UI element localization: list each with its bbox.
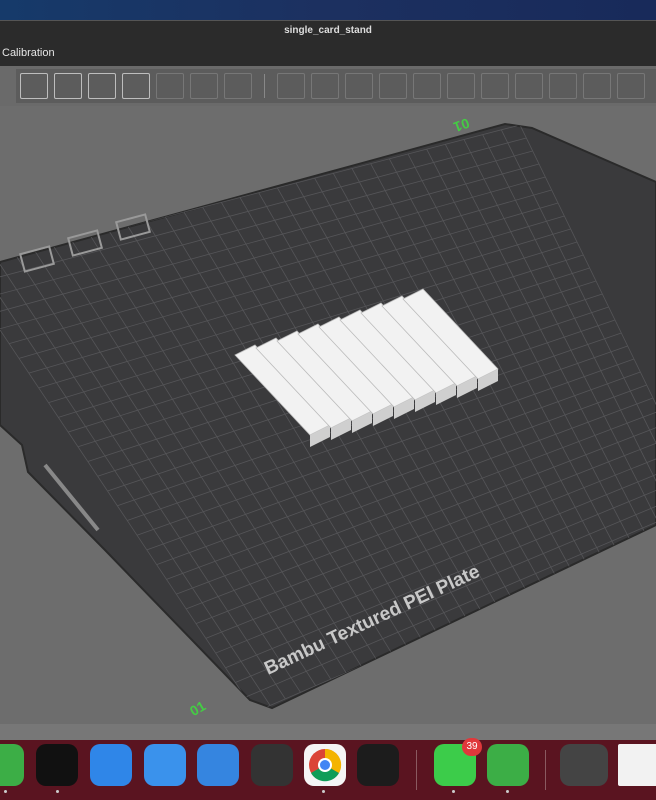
lay-on-face-icon[interactable] [379,73,407,99]
plate-number-bottom: 01 [187,697,209,719]
desktop-background [0,0,656,20]
menu-bar: Calibration [0,42,656,66]
messages-badge: 39 [462,738,482,756]
scale-icon[interactable] [345,73,373,99]
dock-image-capture[interactable] [251,744,293,786]
measure-icon[interactable] [617,73,645,99]
mesh-boolean-icon[interactable] [447,73,475,99]
dock-quicktime[interactable] [357,744,399,786]
paste-icon[interactable] [190,73,218,99]
auto-orient-icon[interactable] [88,73,116,99]
dock-app-store[interactable] [144,744,186,786]
dock-simulator[interactable] [197,744,239,786]
window-title: single_card_stand [0,20,656,42]
toolbar-divider [264,74,265,98]
dock-bambu-studio-2[interactable] [487,744,529,786]
seam-paint-icon[interactable] [515,73,543,99]
plate-number-top: 01 [451,115,471,135]
macos-dock: 39 [0,724,656,800]
text-icon[interactable] [549,73,577,99]
toolbar [0,66,656,106]
cut-icon[interactable] [413,73,441,99]
add-object-icon[interactable] [20,73,48,99]
arrange-icon[interactable] [122,73,150,99]
dock-bambu-studio[interactable] [0,744,24,786]
rotate-icon[interactable] [311,73,339,99]
3d-viewport[interactable]: 01 01 Bambu Textured PEI Plate [0,106,656,724]
copy-icon[interactable] [156,73,184,99]
menu-calibration[interactable]: Calibration [2,47,55,59]
support-paint-icon[interactable] [481,73,509,99]
dock-xcode[interactable] [90,744,132,786]
move-icon[interactable] [277,73,305,99]
dock-bambu-connect[interactable] [36,744,78,786]
add-plate-icon[interactable] [54,73,82,99]
dock-finder-window[interactable] [560,744,608,786]
dock-chrome[interactable] [304,744,346,786]
color-paint-icon[interactable] [583,73,611,99]
layers-icon[interactable] [224,73,252,99]
dock-safari-window[interactable] [618,744,656,786]
build-plate-scene: 01 01 Bambu Textured PEI Plate [0,115,656,719]
